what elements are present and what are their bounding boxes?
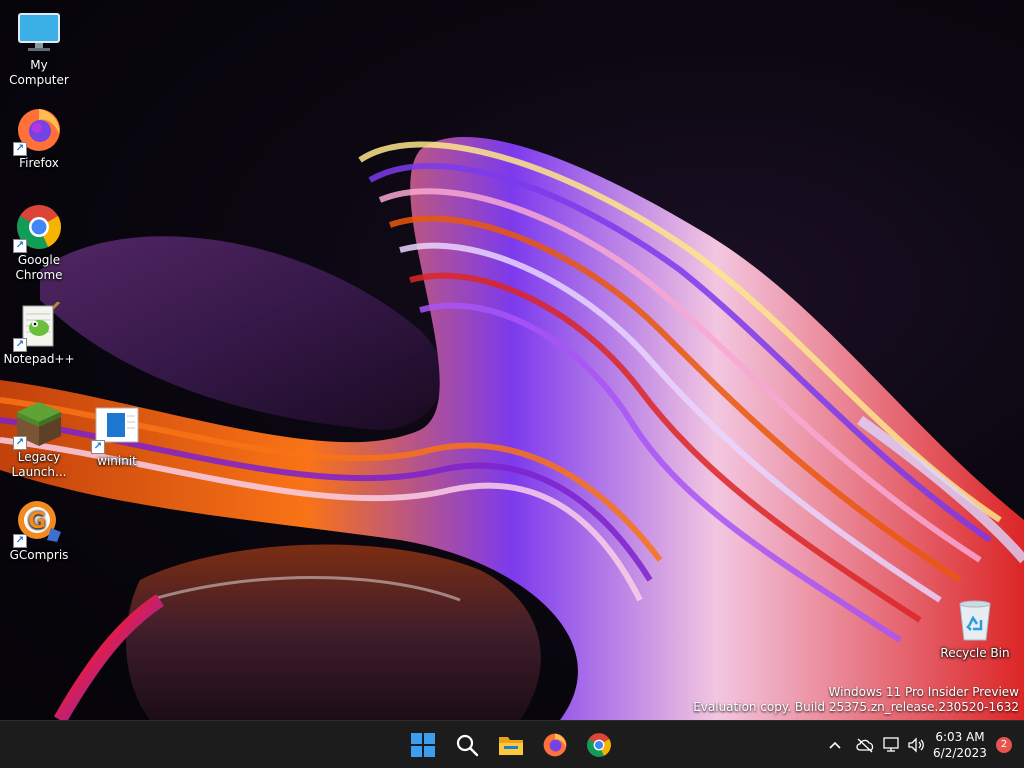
desktop-icon-label: Firefox bbox=[19, 156, 59, 170]
desktop-icon-my-computer[interactable]: My Computer bbox=[1, 8, 77, 88]
desktop-icon-label: wininit bbox=[97, 454, 137, 468]
taskbar: 6:03 AM 6/2/2023 2 bbox=[0, 720, 1024, 768]
chevron-up-icon bbox=[829, 741, 841, 749]
speaker-icon bbox=[908, 737, 924, 753]
wininit-icon: ↗ bbox=[91, 404, 141, 454]
clock-time: 6:03 AM bbox=[935, 730, 985, 744]
onedrive-button[interactable] bbox=[850, 725, 880, 765]
volume-button[interactable] bbox=[904, 725, 928, 765]
desktop-icon-wininit[interactable]: ↗ wininit bbox=[79, 404, 155, 469]
desktop-icon-label: My Computer bbox=[9, 58, 69, 87]
desktop-wallpaper bbox=[0, 0, 1024, 720]
search-button[interactable] bbox=[449, 727, 485, 763]
file-explorer-icon bbox=[499, 737, 523, 755]
watermark-build: Evaluation copy. Build 25375.zn_release.… bbox=[693, 700, 1019, 714]
shortcut-arrow-icon: ↗ bbox=[91, 440, 105, 454]
cloud-offline-icon bbox=[856, 738, 874, 753]
start-button[interactable] bbox=[405, 727, 441, 763]
desktop-icon-legacy-launcher[interactable]: ↗ Legacy Launch... bbox=[1, 400, 77, 480]
desktop-icon-label: Google Chrome bbox=[15, 253, 63, 282]
clock-button[interactable]: 6:03 AM 6/2/2023 bbox=[928, 729, 992, 761]
shortcut-arrow-icon: ↗ bbox=[13, 142, 27, 156]
firefox-icon bbox=[543, 733, 567, 757]
desktop-icon-recycle-bin[interactable]: Recycle Bin bbox=[937, 596, 1013, 661]
taskbar-pinned-apps bbox=[405, 721, 617, 768]
taskbar-chrome-button[interactable] bbox=[581, 727, 617, 763]
shortcut-arrow-icon: ↗ bbox=[13, 436, 27, 450]
shortcut-arrow-icon: ↗ bbox=[13, 239, 27, 253]
watermark-edition: Windows 11 Pro Insider Preview bbox=[828, 685, 1019, 699]
gcompris-icon: G ↗ bbox=[13, 498, 63, 548]
desktop-icon-google-chrome[interactable]: ↗ Google Chrome bbox=[1, 203, 77, 283]
desktop-icon-label: Legacy Launch... bbox=[11, 450, 67, 479]
notification-badge[interactable]: 2 bbox=[996, 737, 1012, 753]
file-explorer-button[interactable] bbox=[493, 727, 529, 763]
desktop-icon-label: Notepad++ bbox=[3, 352, 75, 366]
desktop-icon-label: GCompris bbox=[9, 548, 69, 562]
desktop-icon-firefox[interactable]: ↗ Firefox bbox=[1, 106, 77, 171]
desktop-icon-gcompris[interactable]: G ↗ GCompris bbox=[1, 498, 77, 563]
shortcut-arrow-icon: ↗ bbox=[13, 534, 27, 548]
notepadpp-icon: ↗ bbox=[13, 300, 63, 352]
taskbar-firefox-button[interactable] bbox=[537, 727, 573, 763]
show-hidden-icons-button[interactable] bbox=[820, 725, 850, 765]
start-icon bbox=[411, 733, 435, 757]
shortcut-arrow-icon: ↗ bbox=[13, 338, 27, 352]
recycle-bin-icon bbox=[951, 596, 999, 644]
svg-text:G: G bbox=[28, 509, 46, 534]
chrome-icon: ↗ bbox=[13, 203, 63, 253]
monitor-icon bbox=[15, 8, 63, 56]
network-button[interactable] bbox=[880, 725, 904, 765]
wallpaper-art bbox=[0, 137, 1024, 720]
chrome-icon bbox=[587, 733, 611, 757]
desktop-icon-label: Recycle Bin bbox=[940, 646, 1010, 660]
minecraft-icon: ↗ bbox=[13, 400, 63, 450]
firefox-icon: ↗ bbox=[13, 106, 63, 156]
network-icon bbox=[883, 737, 899, 752]
search-icon bbox=[456, 734, 479, 757]
system-tray: 6:03 AM 6/2/2023 2 bbox=[820, 721, 1024, 768]
clock-date: 6/2/2023 bbox=[933, 746, 987, 760]
windows-watermark: Windows 11 Pro Insider Preview Evaluatio… bbox=[693, 685, 1019, 715]
desktop-icon-notepadpp[interactable]: ↗ Notepad++ bbox=[1, 300, 77, 367]
